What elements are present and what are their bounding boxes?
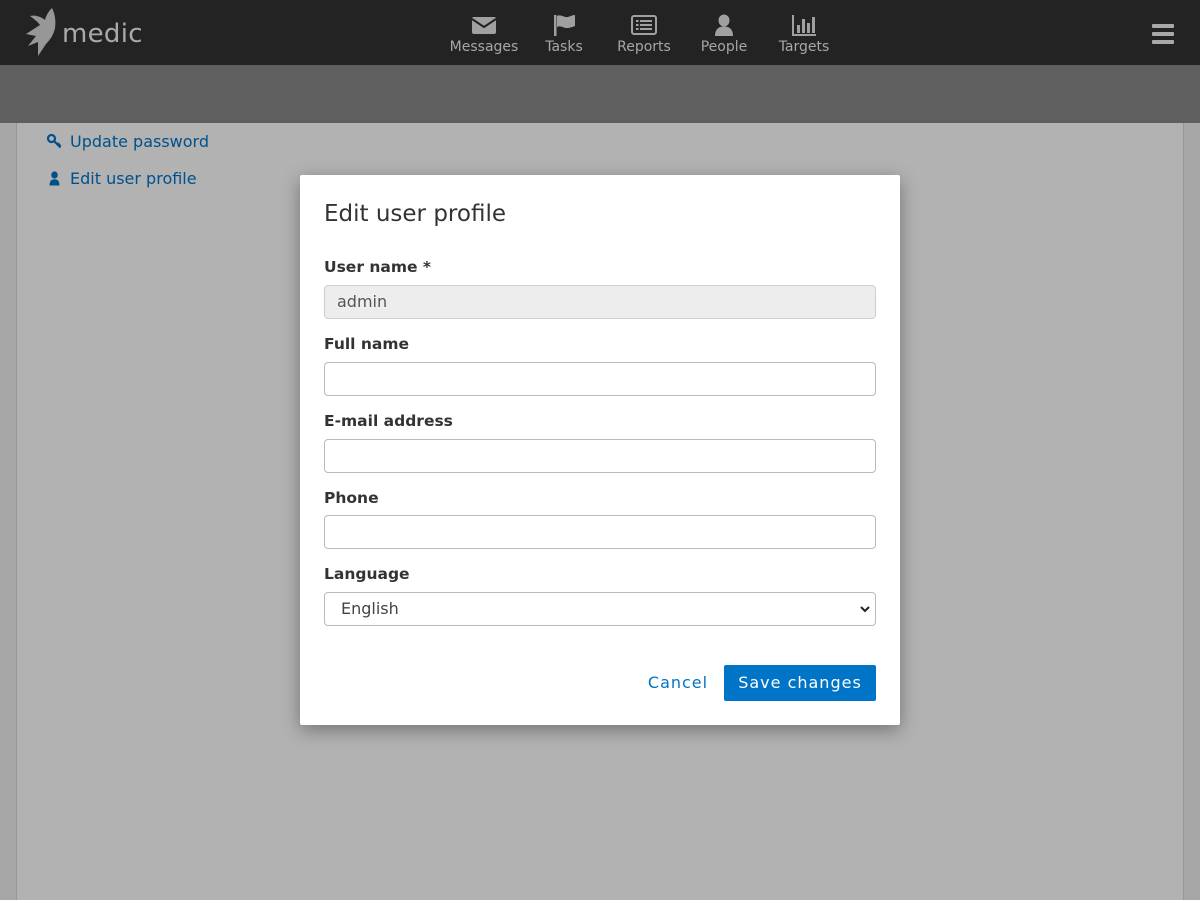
phone-label: Phone <box>324 489 379 507</box>
email-label: E-mail address <box>324 412 453 430</box>
fullname-label: Full name <box>324 335 410 353</box>
modal-title: Edit user profile <box>324 201 506 227</box>
language-selected-value: English <box>341 599 399 618</box>
language-select[interactable]: English <box>324 592 876 626</box>
username-label: User name * <box>324 258 432 276</box>
phone-input[interactable] <box>324 515 876 549</box>
fullname-input[interactable] <box>324 362 876 396</box>
email-input[interactable] <box>324 439 876 473</box>
chevron-down-icon <box>860 606 870 613</box>
save-changes-button[interactable]: Save changes <box>724 665 876 701</box>
username-input: admin <box>324 285 876 319</box>
language-label: Language <box>324 565 410 583</box>
edit-user-profile-modal: Edit user profile User name * admin Full… <box>300 175 900 725</box>
cancel-button[interactable]: Cancel <box>634 665 722 701</box>
